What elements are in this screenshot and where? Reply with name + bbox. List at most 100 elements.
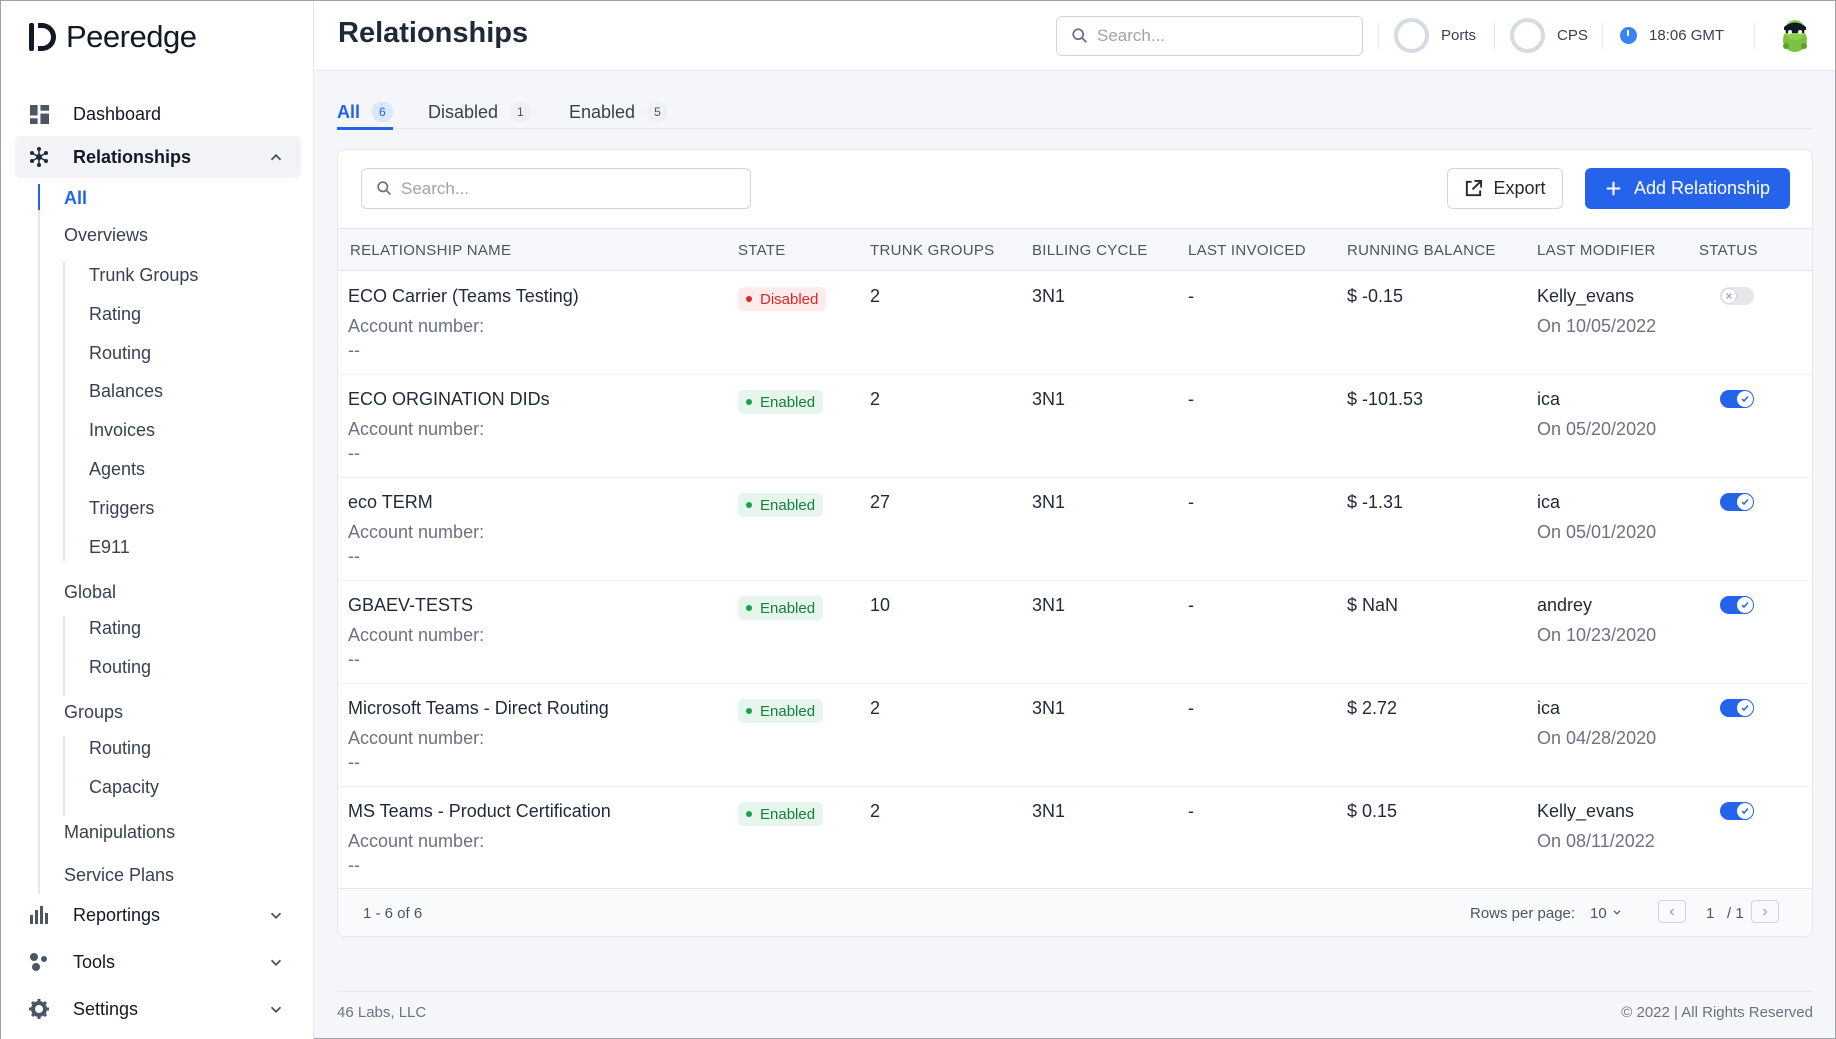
account-number-label: Account number: (348, 625, 485, 645)
add-relationship-button[interactable]: Add Relationship (1585, 168, 1790, 209)
nav-reportings[interactable]: Reportings (15, 894, 301, 936)
relationship-name[interactable]: ECO ORGINATION DIDs (348, 389, 550, 410)
submenu-active-indicator (38, 184, 40, 210)
table-row[interactable]: GBAEV-TESTS Account number: -- Enabled 10 3N1… (338, 581, 1812, 684)
ports-meter[interactable]: Ports (1394, 18, 1476, 53)
relationship-name[interactable]: eco TERM (348, 492, 433, 513)
column-header-last-modifier[interactable]: LAST MODIFIER (1537, 242, 1656, 259)
status-toggle[interactable] (1720, 493, 1754, 511)
relationship-name[interactable]: Microsoft Teams - Direct Routing (348, 698, 609, 719)
table-row[interactable]: MS Teams - Product Certification Account … (338, 787, 1812, 890)
relationship-name[interactable]: MS Teams - Product Certification (348, 801, 611, 822)
tab-disabled[interactable]: Disabled 1 (428, 95, 531, 129)
sidebar-item-manipulations[interactable]: Manipulations (64, 822, 175, 843)
tab-enabled-count: 5 (647, 102, 668, 122)
sidebar-item-capacity[interactable]: Capacity (89, 777, 159, 798)
last-invoiced: - (1188, 698, 1194, 718)
sidebar-item-balances[interactable]: Balances (89, 381, 163, 402)
ports-label: Ports (1441, 27, 1477, 44)
divider (1602, 23, 1603, 49)
tab-enabled[interactable]: Enabled 5 (569, 95, 668, 129)
column-header-running-balance[interactable]: RUNNING BALANCE (1347, 242, 1496, 259)
sidebar-item-invoices[interactable]: Invoices (89, 420, 155, 441)
nav-dashboard-label: Dashboard (73, 103, 162, 124)
last-modifier-name: ica (1537, 492, 1561, 512)
sidebar-item-trunk-groups[interactable]: Trunk Groups (89, 265, 198, 286)
status-toggle[interactable] (1720, 390, 1754, 408)
status-toggle[interactable] (1720, 699, 1754, 717)
running-balance: $ -0.15 (1347, 286, 1404, 306)
sidebar-item-agents[interactable]: Agents (89, 459, 145, 480)
tools-icon (29, 952, 49, 972)
table-row[interactable]: Microsoft Teams - Direct Routing Account … (338, 684, 1812, 787)
divider (1378, 23, 1379, 49)
sidebar-item-global-rating[interactable]: Rating (89, 618, 141, 639)
prev-page-button[interactable] (1658, 900, 1686, 923)
nav-settings[interactable]: Settings (15, 988, 301, 1030)
status-toggle[interactable] (1720, 802, 1754, 820)
state-badge: Disabled (738, 287, 827, 311)
search-icon (1072, 28, 1087, 43)
dashboard-icon (29, 104, 49, 124)
relationship-name[interactable]: ECO Carrier (Teams Testing) (348, 286, 579, 307)
sidebar-item-triggers[interactable]: Triggers (89, 498, 154, 519)
next-page-button[interactable] (1751, 900, 1779, 923)
cps-meter[interactable]: CPS (1510, 18, 1588, 53)
rows-per-page-select[interactable]: 10 (1590, 905, 1623, 922)
check-icon (1741, 808, 1749, 815)
table-search-input[interactable]: Search... (361, 168, 751, 209)
nav-tools[interactable]: Tools (15, 941, 301, 983)
last-modified-date: On 05/20/2020 (1537, 419, 1657, 439)
last-modifier-name: andrey (1537, 595, 1593, 615)
tab-all[interactable]: All 6 (337, 95, 393, 130)
sidebar-item-groups[interactable]: Groups (64, 702, 123, 723)
sidebar-item-routing[interactable]: Routing (89, 343, 151, 364)
avatar[interactable] (1775, 16, 1815, 56)
column-header-name[interactable]: RELATIONSHIP NAME (350, 242, 511, 259)
table-row[interactable]: eco TERM Account number: -- Enabled 27 3N1 - $ … (338, 478, 1812, 581)
table-row[interactable]: ECO Carrier (Teams Testing) Account numbe… (338, 272, 1812, 375)
brand-logo[interactable]: Peeredge (29, 19, 197, 55)
status-toggle[interactable] (1720, 596, 1754, 614)
chevron-up-icon (270, 153, 282, 161)
sidebar-item-overviews[interactable]: Overviews (64, 225, 148, 246)
sidebar-item-all[interactable]: All (64, 188, 87, 209)
nav-dashboard[interactable]: Dashboard (15, 93, 301, 135)
table-row[interactable]: ECO ORGINATION DIDs Account number: -- Enab… (338, 375, 1812, 478)
column-header-trunk-groups[interactable]: TRUNK GROUPS (870, 242, 994, 259)
ports-ring-icon (1394, 18, 1429, 53)
column-header-billing-cycle[interactable]: BILLING CYCLE (1032, 242, 1148, 259)
sidebar-item-global[interactable]: Global (64, 582, 116, 603)
sidebar-item-groups-routing[interactable]: Routing (89, 738, 151, 759)
state-badge: Enabled (738, 596, 824, 620)
footer-copyright: © 2022 | All Rights Reserved (1621, 1004, 1813, 1021)
sidebar-item-service-plans[interactable]: Service Plans (64, 865, 174, 886)
brand-name: Peeredge (66, 19, 197, 54)
account-number-label: Account number: (348, 419, 485, 439)
state-badge-label: Enabled (760, 805, 816, 823)
column-header-status[interactable]: STATUS (1699, 242, 1758, 259)
account-number-value: -- (348, 649, 360, 669)
status-toggle[interactable] (1720, 287, 1754, 305)
sidebar-item-rating[interactable]: Rating (89, 304, 141, 325)
last-invoiced: - (1188, 801, 1194, 821)
running-balance: $ 2.72 (1347, 698, 1398, 718)
sidebar-item-global-routing[interactable]: Routing (89, 657, 151, 678)
nav-relationships[interactable]: Relationships (15, 136, 301, 178)
relationship-name[interactable]: GBAEV-TESTS (348, 595, 473, 616)
account-number-label: Account number: (348, 522, 485, 542)
running-balance: $ NaN (1347, 595, 1399, 615)
billing-cycle: 3N1 (1032, 595, 1066, 615)
nav-reportings-label: Reportings (73, 904, 161, 925)
check-icon (1741, 602, 1749, 609)
column-header-last-invoiced[interactable]: LAST INVOICED (1188, 242, 1306, 259)
last-modified-date: On 10/23/2020 (1537, 625, 1657, 645)
sidebar-item-e911[interactable]: E911 (89, 537, 130, 558)
global-rail (63, 616, 65, 696)
global-search-input[interactable]: Search... (1056, 16, 1363, 56)
total-pages: / 1 (1727, 905, 1744, 922)
export-button[interactable]: Export (1447, 168, 1563, 209)
x-icon (1726, 293, 1732, 299)
column-header-state[interactable]: STATE (738, 242, 786, 259)
last-invoiced: - (1188, 595, 1194, 615)
